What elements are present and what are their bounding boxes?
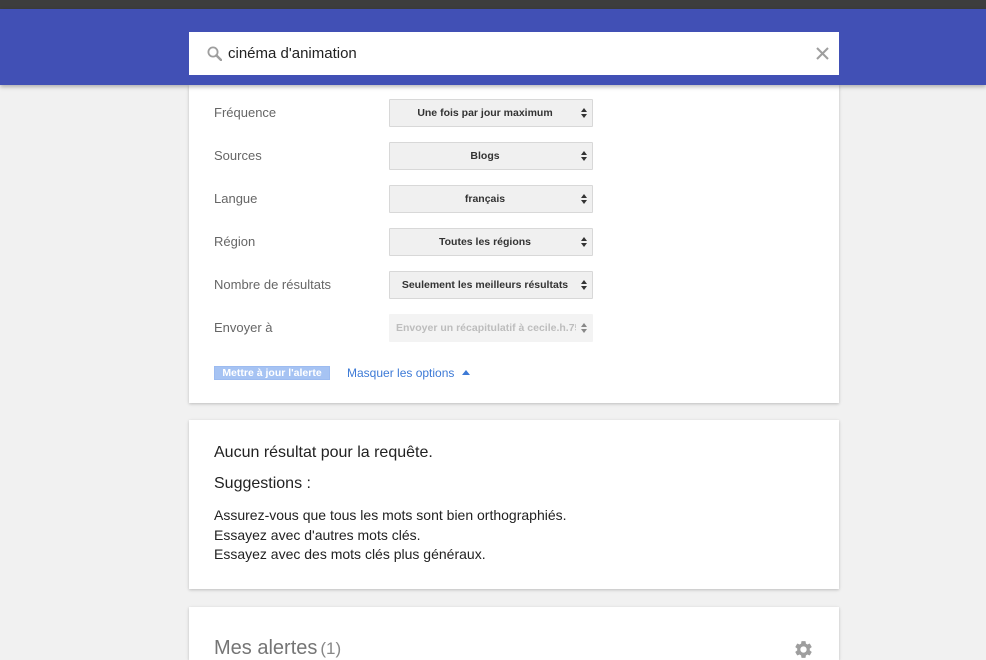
- result-count-select-value: Seulement les meilleurs résultats: [401, 279, 569, 291]
- top-strip: [0, 0, 986, 9]
- search-icon[interactable]: [207, 46, 222, 61]
- result-count-label: Nombre de résultats: [214, 277, 332, 292]
- my-alerts-title: Mes alertes: [214, 637, 318, 659]
- hide-options-link[interactable]: Masquer les options: [347, 366, 471, 380]
- deliver-to-select: Envoyer un récapitulatif à cecile.h.75: [389, 314, 593, 342]
- result-count-select[interactable]: Seulement les meilleurs résultats: [389, 271, 593, 299]
- deliver-to-label: Envoyer à: [214, 320, 273, 335]
- results-card: Aucun résultat pour la requête. Suggesti…: [189, 420, 839, 589]
- app-header: cinéma d'animation: [0, 9, 986, 85]
- region-label: Région: [214, 234, 256, 249]
- hide-options-label: Masquer les options: [347, 366, 455, 380]
- suggestions-list: Assurez-vous que tous les mots sont bien…: [214, 506, 567, 565]
- triangle-up-icon: [462, 370, 471, 375]
- frequency-label: Fréquence: [214, 105, 277, 120]
- alert-options-card: Fréquence Une fois par jour maximum Sour…: [189, 85, 839, 403]
- select-arrows-icon: [581, 108, 588, 118]
- region-select[interactable]: Toutes les régions: [389, 228, 593, 256]
- select-arrows-icon: [581, 151, 588, 161]
- suggestion-item: Essayez avec d'autres mots clés.: [214, 526, 421, 543]
- option-row-deliver-to: Envoyer à Envoyer un récapitulatif à cec…: [189, 314, 839, 342]
- deliver-to-select-value: Envoyer un récapitulatif à cecile.h.75: [396, 322, 576, 334]
- option-row-sources: Sources Blogs: [189, 142, 839, 170]
- select-arrows-icon: [581, 323, 588, 333]
- option-row-language: Langue français: [189, 185, 839, 213]
- select-arrows-icon: [581, 280, 588, 290]
- frequency-select-value: Une fois par jour maximum: [417, 107, 553, 119]
- language-label: Langue: [214, 191, 258, 206]
- option-row-region: Région Toutes les régions: [189, 228, 839, 256]
- no-results-message: Aucun résultat pour la requête.: [214, 444, 433, 461]
- suggestions-heading: Suggestions :: [214, 475, 311, 492]
- language-select[interactable]: français: [389, 185, 593, 213]
- gear-icon[interactable]: [793, 639, 814, 660]
- region-select-value: Toutes les régions: [439, 236, 531, 248]
- update-alert-button[interactable]: Mettre à jour l'alerte: [214, 366, 330, 380]
- sources-select[interactable]: Blogs: [389, 142, 593, 170]
- my-alerts-card: Mes alertes (1): [189, 607, 839, 660]
- search-input[interactable]: cinéma d'animation: [228, 32, 357, 75]
- option-row-result-count: Nombre de résultats Seulement les meille…: [189, 271, 839, 299]
- search-box[interactable]: cinéma d'animation: [189, 32, 839, 75]
- language-select-value: français: [464, 193, 506, 205]
- suggestion-item: Essayez avec des mots clés plus généraux…: [214, 546, 486, 562]
- select-arrows-icon: [581, 194, 588, 204]
- close-icon[interactable]: [816, 47, 829, 60]
- option-row-frequency: Fréquence Une fois par jour maximum: [189, 99, 839, 127]
- my-alerts-count: (1): [320, 639, 342, 658]
- my-alerts-heading: Mes alertes (1): [214, 636, 341, 660]
- suggestion-item: Assurez-vous que tous les mots sont bien…: [214, 507, 567, 523]
- sources-label: Sources: [214, 148, 262, 163]
- select-arrows-icon: [581, 237, 588, 247]
- sources-select-value: Blogs: [470, 150, 500, 162]
- frequency-select[interactable]: Une fois par jour maximum: [389, 99, 593, 127]
